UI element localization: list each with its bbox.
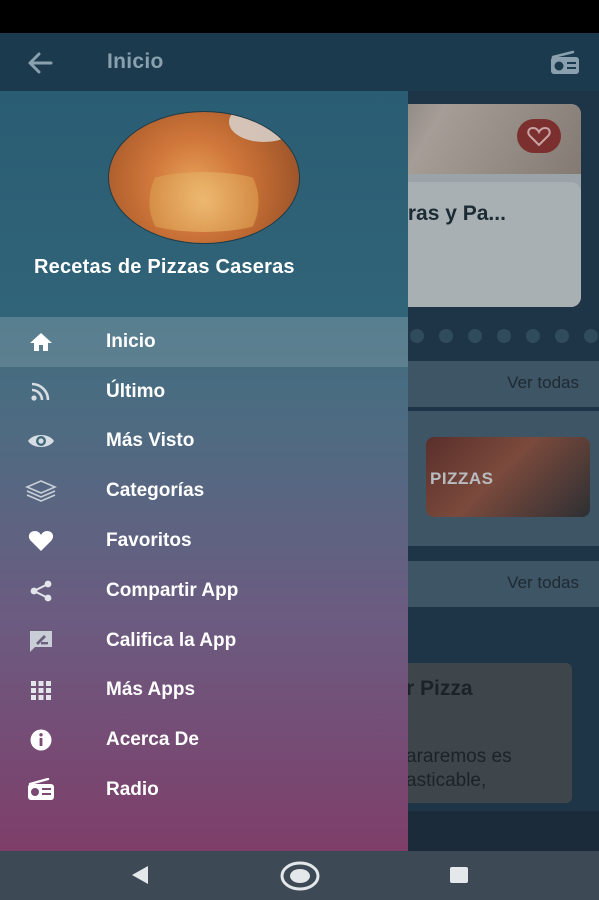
menu-item-compartir-app[interactable]: Compartir App	[0, 566, 408, 616]
info-icon	[24, 728, 58, 752]
menu-item-label: Acerca De	[106, 729, 199, 751]
drawer-avatar-image	[108, 111, 300, 244]
eye-icon	[24, 429, 58, 453]
see-all-link[interactable]: Ver todas	[507, 573, 579, 593]
system-navigation-bar	[0, 851, 599, 900]
drawer-menu: Inicio Último Más Visto Categorías Favor…	[0, 317, 408, 815]
arrow-left-icon	[28, 52, 53, 74]
menu-item-mas-visto[interactable]: Más Visto	[0, 417, 408, 467]
menu-item-califica-la-app[interactable]: Califica la App	[0, 616, 408, 666]
slider-dot	[468, 329, 482, 343]
nav-home-icon	[280, 861, 320, 891]
heart-icon	[24, 529, 58, 553]
menu-item-categorias[interactable]: Categorías	[0, 466, 408, 516]
nav-home-button[interactable]	[280, 861, 320, 891]
slider-dot	[497, 329, 511, 343]
recipe-title: r Pizza	[406, 677, 473, 700]
drawer-title: Recetas de Pizzas Caseras	[34, 256, 295, 278]
menu-item-ultimo[interactable]: Último	[0, 367, 408, 417]
menu-item-label: Radio	[106, 779, 159, 801]
menu-item-label: Favoritos	[106, 530, 192, 552]
home-icon	[24, 330, 58, 354]
navigation-drawer: Recetas de Pizzas Caseras Inicio Último …	[0, 91, 408, 851]
menu-item-inicio[interactable]: Inicio	[0, 317, 408, 367]
back-button[interactable]	[24, 49, 56, 77]
menu-item-label: Último	[106, 380, 166, 402]
share-icon	[24, 579, 58, 603]
app-bar: Inicio	[0, 33, 599, 91]
menu-item-label: Inicio	[106, 330, 156, 352]
status-bar	[0, 0, 599, 33]
layers-icon	[24, 479, 58, 503]
slider-dot	[584, 329, 598, 343]
menu-item-label: Categorías	[106, 480, 205, 502]
radio-button[interactable]	[549, 50, 581, 76]
menu-item-radio[interactable]: Radio	[0, 765, 408, 815]
apps-grid-icon	[24, 678, 58, 702]
menu-item-favoritos[interactable]: Favoritos	[0, 516, 408, 566]
heart-outline-icon	[527, 126, 551, 147]
slider-dot	[439, 329, 453, 343]
slider-dot	[526, 329, 540, 343]
rate-review-icon	[24, 629, 58, 653]
nav-recents-button[interactable]	[447, 863, 471, 887]
radio-icon	[551, 50, 579, 74]
favorite-button[interactable]	[517, 119, 561, 153]
menu-item-label: Más Apps	[106, 679, 196, 701]
radio-icon	[24, 778, 58, 802]
see-all-link[interactable]: Ver todas	[507, 373, 579, 393]
slider-dot	[555, 329, 569, 343]
menu-item-acerca-de[interactable]: Acerca De	[0, 715, 408, 765]
category-card[interactable]: PIZZAS	[426, 437, 590, 517]
slider-dot	[410, 329, 424, 343]
nav-recents-icon	[450, 867, 468, 883]
drawer-header: Recetas de Pizzas Caseras	[0, 91, 408, 317]
menu-item-label: Más Visto	[106, 430, 195, 452]
nav-back-button[interactable]	[128, 863, 152, 887]
menu-item-mas-apps[interactable]: Más Apps	[0, 666, 408, 716]
rss-icon	[24, 380, 58, 404]
recipe-description: araremos es asticable,	[406, 746, 512, 791]
category-label: PIZZAS	[430, 469, 494, 488]
menu-item-label: Compartir App	[106, 579, 239, 601]
app-bar-title: Inicio	[107, 50, 164, 73]
nav-back-icon	[132, 866, 148, 884]
menu-item-label: Califica la App	[106, 629, 237, 651]
